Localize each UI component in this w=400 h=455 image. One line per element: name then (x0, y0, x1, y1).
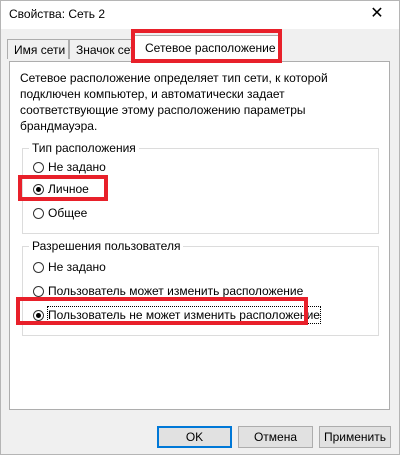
location-type-legend: Тип расположения (29, 141, 139, 155)
location-type-group: Тип расположения Не задано Личное Общее (22, 141, 379, 234)
radio-permission-user-cannot-change[interactable]: Пользователь не может изменить расположе… (33, 306, 321, 324)
radio-location-public[interactable]: Общее (33, 205, 87, 221)
apply-button[interactable]: Применить (319, 426, 391, 448)
cancel-button[interactable]: Отмена (238, 426, 313, 448)
radio-label: Общее (48, 206, 88, 220)
radio-permission-user-can-change[interactable]: Пользователь может изменить расположение (33, 283, 303, 299)
radio-label: Личное (48, 182, 89, 196)
description-text: Сетевое расположение определяет тип сети… (20, 71, 328, 133)
radio-circle[interactable] (33, 261, 44, 273)
radio-circle[interactable] (33, 285, 44, 297)
radio-label: Пользователь не может изменить расположе… (47, 306, 321, 324)
radio-circle-checked[interactable] (33, 183, 44, 195)
radio-label: Не задано (48, 260, 106, 274)
radio-location-private[interactable]: Личное (33, 181, 89, 197)
tab-strip: Имя сети Значок сети Сетевое расположени… (1, 29, 399, 63)
radio-circle-checked[interactable] (33, 309, 44, 321)
tab-panel: Сетевое расположение определяет тип сети… (9, 61, 390, 410)
radio-label: Не задано (48, 160, 106, 174)
radio-location-not-set[interactable]: Не задано (33, 159, 106, 175)
radio-circle[interactable] (33, 161, 44, 173)
radio-circle[interactable] (33, 207, 44, 219)
radio-permission-not-set[interactable]: Не задано (33, 259, 106, 275)
window-title: Свойства: Сеть 2 (9, 7, 106, 21)
user-permissions-group: Разрешения пользователя Не задано Пользо… (22, 239, 379, 336)
title-bar: Свойства: Сеть 2 ✕ (1, 1, 399, 29)
close-icon[interactable]: ✕ (355, 1, 399, 29)
dialog-window: Свойства: Сеть 2 ✕ Имя сети Значок сети … (0, 0, 400, 455)
tab-network-location[interactable]: Сетевое расположение (134, 35, 279, 61)
radio-label: Пользователь может изменить расположение (48, 284, 304, 298)
user-permissions-legend: Разрешения пользователя (29, 239, 184, 253)
tab-network-icon[interactable]: Значок сети (69, 39, 133, 59)
button-bar: OK Отмена Применить (1, 411, 399, 454)
tab-network-name[interactable]: Имя сети (7, 39, 69, 59)
ok-button[interactable]: OK (157, 426, 232, 448)
